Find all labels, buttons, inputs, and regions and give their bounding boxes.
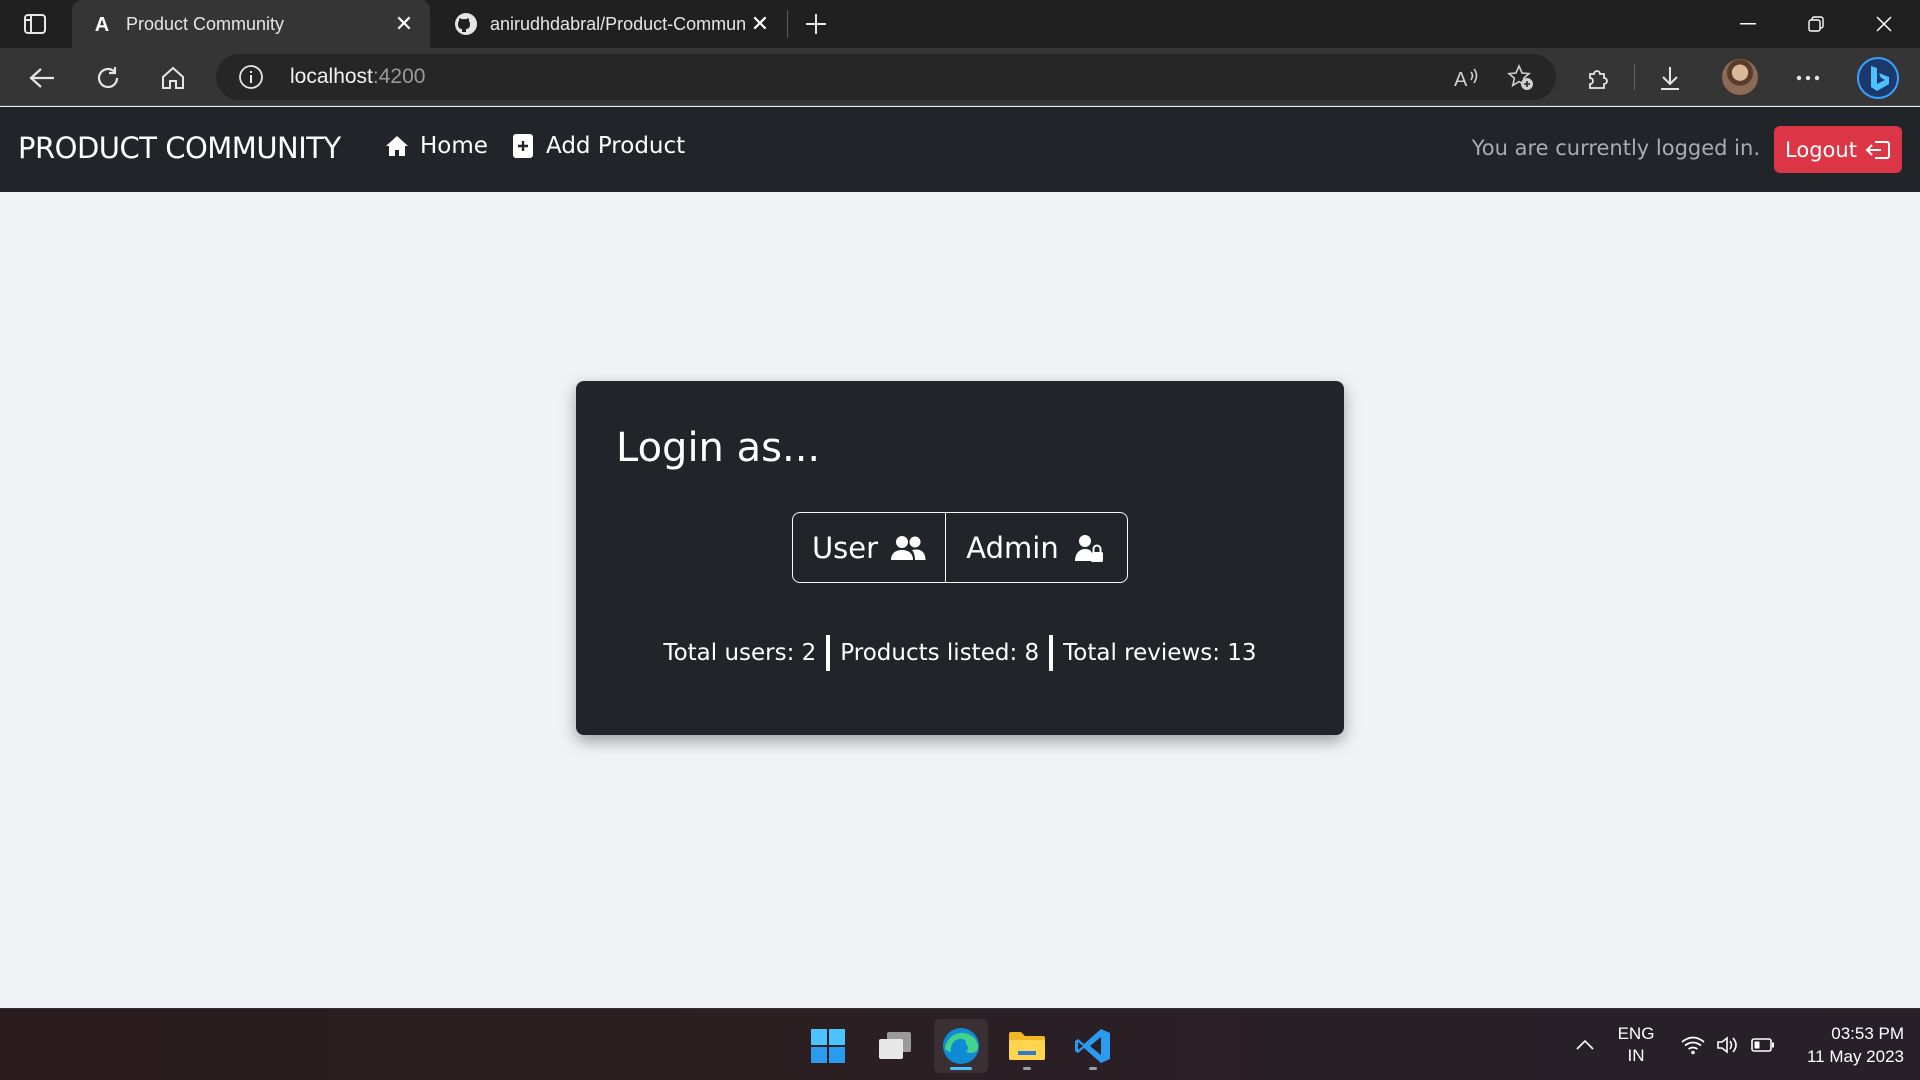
address-bar[interactable]: localhost:4200 A (216, 54, 1556, 100)
vscode-icon[interactable] (1066, 1019, 1120, 1073)
app-navbar: PRODUCT COMMUNITY Home Add Product You a… (0, 107, 1920, 192)
admin-button-label: Admin (966, 530, 1059, 565)
battery-icon[interactable] (1750, 1009, 1776, 1080)
app-brand[interactable]: PRODUCT COMMUNITY (18, 131, 341, 165)
svg-text:A: A (95, 14, 109, 35)
add-favorite-icon[interactable] (1506, 63, 1536, 93)
tab-title: anirudhdabral/Product-Community (490, 13, 746, 34)
close-window-icon[interactable] (1850, 0, 1918, 48)
github-icon (454, 12, 478, 36)
minimize-icon[interactable] (1714, 0, 1782, 48)
back-icon[interactable] (24, 60, 60, 96)
running-app-indicator (1089, 1067, 1097, 1070)
volume-icon[interactable] (1715, 1009, 1741, 1080)
wifi-icon[interactable] (1680, 1009, 1706, 1080)
login-card-title: Login as... (616, 425, 821, 471)
tab-divider (787, 10, 788, 38)
stat-divider (1049, 635, 1054, 671)
start-icon[interactable] (801, 1019, 855, 1073)
tab-github-repo[interactable]: anirudhdabral/Product-Community ✕ (436, 0, 786, 48)
system-clock[interactable]: 03:53 PM 11 May 2023 (1786, 1009, 1904, 1080)
file-explorer-icon[interactable] (1000, 1019, 1054, 1073)
logout-icon (1865, 140, 1890, 159)
login-status-text: You are currently logged in. (1471, 136, 1760, 160)
region-code: IN (1627, 1046, 1645, 1065)
total-users-stat: Total users: 2 (663, 640, 817, 666)
show-hidden-icons-icon[interactable] (1572, 1009, 1598, 1080)
refresh-icon[interactable] (90, 60, 126, 96)
extensions-icon[interactable] (1580, 60, 1616, 96)
clock-date: 11 May 2023 (1806, 1047, 1904, 1066)
house-icon (384, 133, 410, 159)
running-app-indicator (1023, 1067, 1031, 1070)
site-info-icon[interactable] (238, 64, 264, 90)
profile-avatar[interactable] (1722, 59, 1758, 95)
nav-home-label: Home (420, 133, 488, 159)
more-options-icon[interactable] (1790, 60, 1826, 96)
nav-add-product-link[interactable]: Add Product (510, 133, 685, 159)
browser-toolbar: localhost:4200 A (0, 48, 1920, 106)
windows-taskbar: ENG IN 03:53 PM 11 May 2023 (0, 1008, 1920, 1080)
user-button-label: User (811, 530, 879, 565)
browser-tab-strip: A Product Community ✕ anirudhdabral/Prod… (0, 0, 1920, 48)
clock-time: 03:53 PM (1831, 1024, 1904, 1043)
close-tab-icon[interactable]: ✕ (390, 10, 418, 38)
people-icon (890, 533, 926, 563)
plus-square-icon (510, 133, 536, 159)
new-tab-icon[interactable] (800, 8, 832, 40)
nav-home-link[interactable]: Home (384, 133, 488, 159)
login-as-admin-button[interactable]: Admin (946, 513, 1127, 582)
person-lock-icon (1071, 533, 1107, 563)
site-stats: Total users: 2 Products listed: 8 Total … (576, 635, 1344, 671)
url-host: localhost (290, 65, 373, 88)
login-as-user-button[interactable]: User (793, 513, 946, 582)
read-aloud-icon[interactable]: A (1452, 63, 1482, 93)
edge-icon[interactable] (934, 1019, 988, 1073)
downloads-icon[interactable] (1652, 60, 1688, 96)
login-card: Login as... User Admin Total users: 2 Pr… (576, 381, 1344, 735)
tab-title: Product Community (126, 13, 285, 34)
nav-add-product-label: Add Product (546, 133, 686, 159)
toolbar-divider (1634, 64, 1635, 90)
active-app-indicator (950, 1067, 972, 1070)
restore-icon[interactable] (1782, 0, 1850, 48)
bing-copilot-icon[interactable] (1856, 56, 1900, 100)
total-reviews-stat: Total reviews: 13 (1063, 640, 1257, 666)
stat-divider (826, 635, 831, 671)
home-icon[interactable] (155, 60, 191, 96)
language-code: ENG (1617, 1024, 1655, 1043)
tab-actions-icon[interactable] (22, 12, 48, 36)
task-view-icon[interactable] (868, 1019, 922, 1073)
tab-product-community[interactable]: A Product Community ✕ (72, 0, 430, 48)
close-tab-icon[interactable]: ✕ (746, 10, 774, 38)
svg-text:A: A (1454, 69, 1468, 90)
angular-icon: A (90, 12, 114, 36)
url-text: localhost:4200 (290, 65, 425, 89)
input-language-indicator[interactable]: ENG IN (1614, 1009, 1658, 1080)
login-role-button-group: User Admin (792, 512, 1128, 583)
logout-button[interactable]: Logout (1774, 126, 1902, 173)
products-listed-stat: Products listed: 8 (840, 640, 1040, 666)
logout-label: Logout (1785, 137, 1857, 162)
url-port: :4200 (372, 65, 426, 88)
